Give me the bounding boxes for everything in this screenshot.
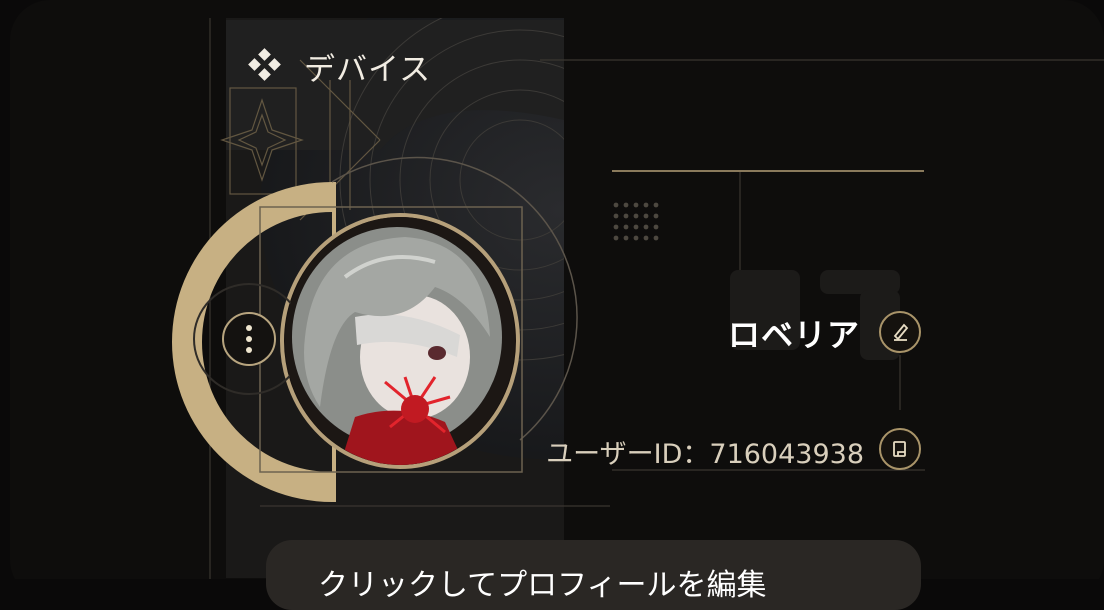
section-title: デバイス <box>304 52 432 88</box>
background-decoration <box>10 0 1104 579</box>
avatar[interactable] <box>285 217 515 465</box>
user-id-value: 716043938 <box>709 439 864 470</box>
pencil-icon <box>893 323 909 341</box>
more-vertical-icon-dot <box>246 347 252 353</box>
avatar-portrait <box>285 217 515 465</box>
edit-profile-button[interactable]: クリックしてプロフィールを編集 <box>266 540 921 610</box>
copy-id-button[interactable] <box>879 428 921 470</box>
edit-name-button[interactable] <box>879 311 921 353</box>
user-id-label: ユーザーID： <box>546 439 710 470</box>
diamond-icon <box>248 48 281 81</box>
more-vertical-icon-dot <box>246 336 252 342</box>
copy-icon <box>893 441 906 457</box>
edit-profile-label: クリックしてプロフィールを編集 <box>318 568 767 603</box>
user-id: ユーザーID：716043938 <box>546 432 864 471</box>
more-vertical-icon <box>246 325 252 331</box>
player-name: ロベリア <box>727 316 860 354</box>
more-menu-button[interactable] <box>222 312 276 366</box>
